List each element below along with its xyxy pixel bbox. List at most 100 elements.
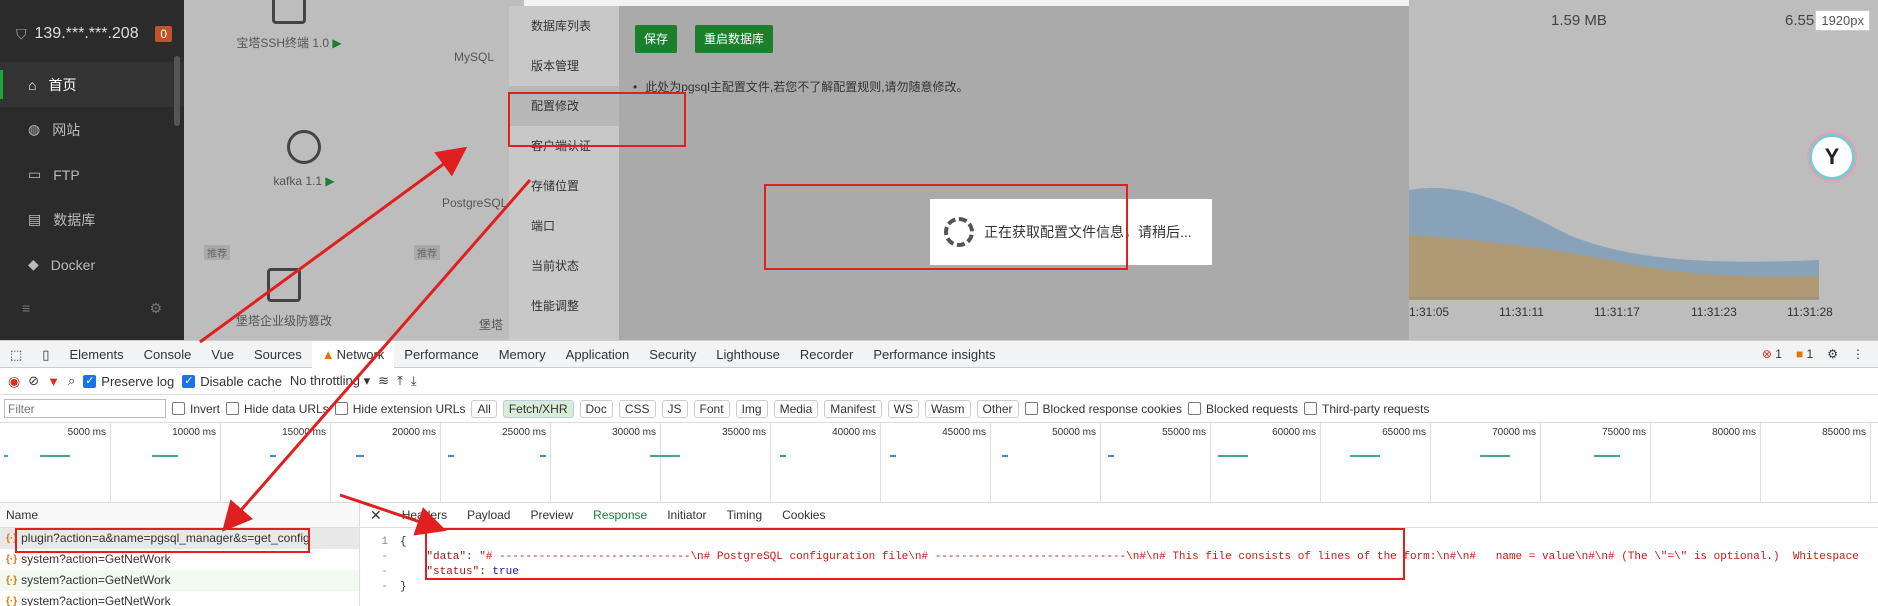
sidebar-item-home[interactable]: ⌂ 首页 bbox=[0, 62, 184, 107]
overview-gridline bbox=[550, 423, 551, 503]
overview-tick-label: 45000 ms bbox=[942, 427, 986, 438]
preserve-log-checkbox[interactable]: Preserve log bbox=[83, 374, 174, 389]
close-icon[interactable]: ✕ bbox=[360, 507, 392, 524]
overview-gridline bbox=[1100, 423, 1101, 503]
software-item-ssh[interactable]: 宝塔SSH终端 1.0 ▶ bbox=[224, 0, 354, 51]
name-column-header[interactable]: Name bbox=[0, 503, 359, 528]
software-item-tamper[interactable]: 堡塔企业级防篡改 bbox=[214, 268, 354, 329]
type-js[interactable]: JS bbox=[661, 399, 688, 418]
tab-initiator[interactable]: Initiator bbox=[657, 508, 716, 522]
sidebar-item-website[interactable]: ◍ 网站 bbox=[0, 107, 184, 152]
upload-icon[interactable]: ⤒ bbox=[397, 373, 403, 389]
request-row[interactable]: {·} system?action=GetNetWork bbox=[0, 591, 359, 606]
line-number: 1 bbox=[381, 536, 388, 548]
type-wasm[interactable]: Wasm bbox=[924, 399, 971, 418]
overview-request-bar bbox=[152, 455, 178, 457]
tab-performance[interactable]: Performance bbox=[394, 341, 488, 368]
type-img[interactable]: Img bbox=[735, 399, 768, 418]
disable-cache-checkbox[interactable]: Disable cache bbox=[182, 374, 282, 389]
tab-security[interactable]: Security bbox=[639, 341, 706, 368]
software-label: MySQL bbox=[454, 50, 495, 64]
tab-headers[interactable]: Headers bbox=[392, 508, 457, 522]
type-all[interactable]: All bbox=[471, 399, 497, 418]
sidebar-scrollbar[interactable] bbox=[174, 56, 180, 126]
tab-payload[interactable]: Payload bbox=[457, 508, 520, 522]
record-icon[interactable]: ◉ bbox=[8, 373, 20, 390]
tab-timing[interactable]: Timing bbox=[717, 508, 773, 522]
throttling-select[interactable]: No throttling ▾ bbox=[290, 373, 370, 389]
tab-memory[interactable]: Memory bbox=[489, 341, 556, 368]
warning-count[interactable]: ■ 1 bbox=[1796, 347, 1813, 361]
tab-recorder[interactable]: Recorder bbox=[790, 341, 863, 368]
network-overview[interactable]: 5000 ms 10000 ms 15000 ms 20000 ms 25000 ms 3… bbox=[0, 423, 1878, 503]
type-ws[interactable]: WS bbox=[887, 399, 919, 418]
sidebar-item-docker[interactable]: ◆ Docker bbox=[0, 242, 184, 287]
nav-version[interactable]: 版本管理 bbox=[509, 46, 619, 86]
inspect-icon[interactable]: ⬚ bbox=[0, 341, 32, 368]
device-toggle-icon[interactable]: ▯ bbox=[32, 341, 59, 368]
nav-database-list[interactable]: 数据库列表 bbox=[509, 6, 619, 46]
tab-cookies[interactable]: Cookies bbox=[772, 508, 835, 522]
alert-badge[interactable]: 0 bbox=[155, 26, 172, 42]
overview-tick-label: 50000 ms bbox=[1052, 427, 1096, 438]
wifi-icon[interactable]: ≋ bbox=[378, 373, 389, 389]
invert-checkbox[interactable]: Invert bbox=[172, 402, 220, 416]
server-info[interactable]: ⛉ 139.***.***.208 0 bbox=[16, 16, 180, 52]
third-party-checkbox[interactable]: Third-party requests bbox=[1304, 402, 1429, 416]
collapse-icon[interactable]: ≡ bbox=[22, 300, 30, 317]
nav-status[interactable]: 当前状态 bbox=[509, 246, 619, 286]
sidebar-item-ftp[interactable]: ▭ FTP bbox=[0, 152, 184, 197]
network-filter-bar: Invert Hide data URLs Hide extension URL… bbox=[0, 395, 1878, 423]
type-other[interactable]: Other bbox=[976, 399, 1019, 418]
overview-request-bar bbox=[890, 455, 896, 457]
tab-performance-insights[interactable]: Performance insights bbox=[863, 341, 1005, 368]
filter-icon[interactable]: ▼ bbox=[47, 374, 60, 389]
software-item-mysql[interactable]: MySQL bbox=[454, 50, 514, 64]
hide-extension-urls-checkbox[interactable]: Hide extension URLs bbox=[334, 402, 465, 416]
app-area: ⛉ 139.***.***.208 0 ⌂ 首页 ◍ 网站 ▭ FTP ▤ 数据… bbox=[0, 0, 1878, 340]
filter-input[interactable] bbox=[4, 399, 166, 418]
settings-icon[interactable]: ⚙ bbox=[149, 300, 162, 317]
nav-performance[interactable]: 性能调整 bbox=[509, 286, 619, 326]
blocked-cookies-checkbox[interactable]: Blocked response cookies bbox=[1024, 402, 1182, 416]
nav-storage[interactable]: 存储位置 bbox=[509, 166, 619, 206]
sidebar-item-database[interactable]: ▤ 数据库 bbox=[0, 197, 184, 242]
nav-port[interactable]: 端口 bbox=[509, 206, 619, 246]
settings-icon[interactable]: ⚙ bbox=[1827, 347, 1838, 361]
blocked-requests-checkbox[interactable]: Blocked requests bbox=[1187, 402, 1298, 416]
tab-network[interactable]: ▲ Network bbox=[311, 340, 395, 368]
overview-gridline bbox=[110, 423, 111, 503]
tab-preview[interactable]: Preview bbox=[520, 508, 583, 522]
json-open-brace: { bbox=[400, 536, 407, 548]
save-button[interactable]: 保存 bbox=[635, 25, 678, 53]
type-doc[interactable]: Doc bbox=[579, 399, 613, 418]
overview-request-bar bbox=[448, 455, 454, 457]
tab-response[interactable]: Response bbox=[583, 508, 657, 522]
size-left: 1.59 MB bbox=[1551, 12, 1607, 29]
tab-lighthouse[interactable]: Lighthouse bbox=[706, 341, 790, 368]
overview-request-bar bbox=[780, 455, 786, 457]
tab-console[interactable]: Console bbox=[134, 341, 202, 368]
software-item-kafka[interactable]: kafka 1.1 ▶ bbox=[254, 130, 354, 188]
error-count[interactable]: ⊗ 1 bbox=[1762, 347, 1782, 361]
restart-db-button[interactable]: 重启数据库 bbox=[695, 25, 774, 53]
dialog-nav: 数据库列表 版本管理 配置修改 客户端认证 存储位置 端口 当前状态 性能调整 bbox=[509, 6, 619, 340]
tab-application[interactable]: Application bbox=[556, 341, 640, 368]
recommend-tag: 推荐 bbox=[204, 245, 230, 260]
tab-sources[interactable]: Sources bbox=[244, 341, 312, 368]
hide-data-urls-checkbox[interactable]: Hide data URLs bbox=[226, 402, 329, 416]
type-fetch-xhr[interactable]: Fetch/XHR bbox=[502, 399, 574, 418]
type-font[interactable]: Font bbox=[693, 399, 730, 418]
download-icon[interactable]: ⤓ bbox=[411, 373, 417, 389]
more-icon[interactable]: ⋮ bbox=[1852, 347, 1864, 361]
type-manifest[interactable]: Manifest bbox=[824, 399, 882, 418]
assistant-icon[interactable]: Y bbox=[1809, 134, 1855, 180]
clear-icon[interactable]: ⊘ bbox=[28, 373, 39, 389]
software-label: 宝塔SSH终端 1.0 bbox=[236, 36, 330, 50]
search-icon[interactable]: ⌕ bbox=[68, 373, 75, 389]
tab-elements[interactable]: Elements bbox=[59, 341, 133, 368]
type-css[interactable]: CSS bbox=[618, 399, 656, 418]
type-media[interactable]: Media bbox=[773, 399, 819, 418]
tab-vue[interactable]: Vue bbox=[201, 341, 244, 368]
request-row[interactable]: {·} system?action=GetNetWork bbox=[0, 570, 359, 591]
